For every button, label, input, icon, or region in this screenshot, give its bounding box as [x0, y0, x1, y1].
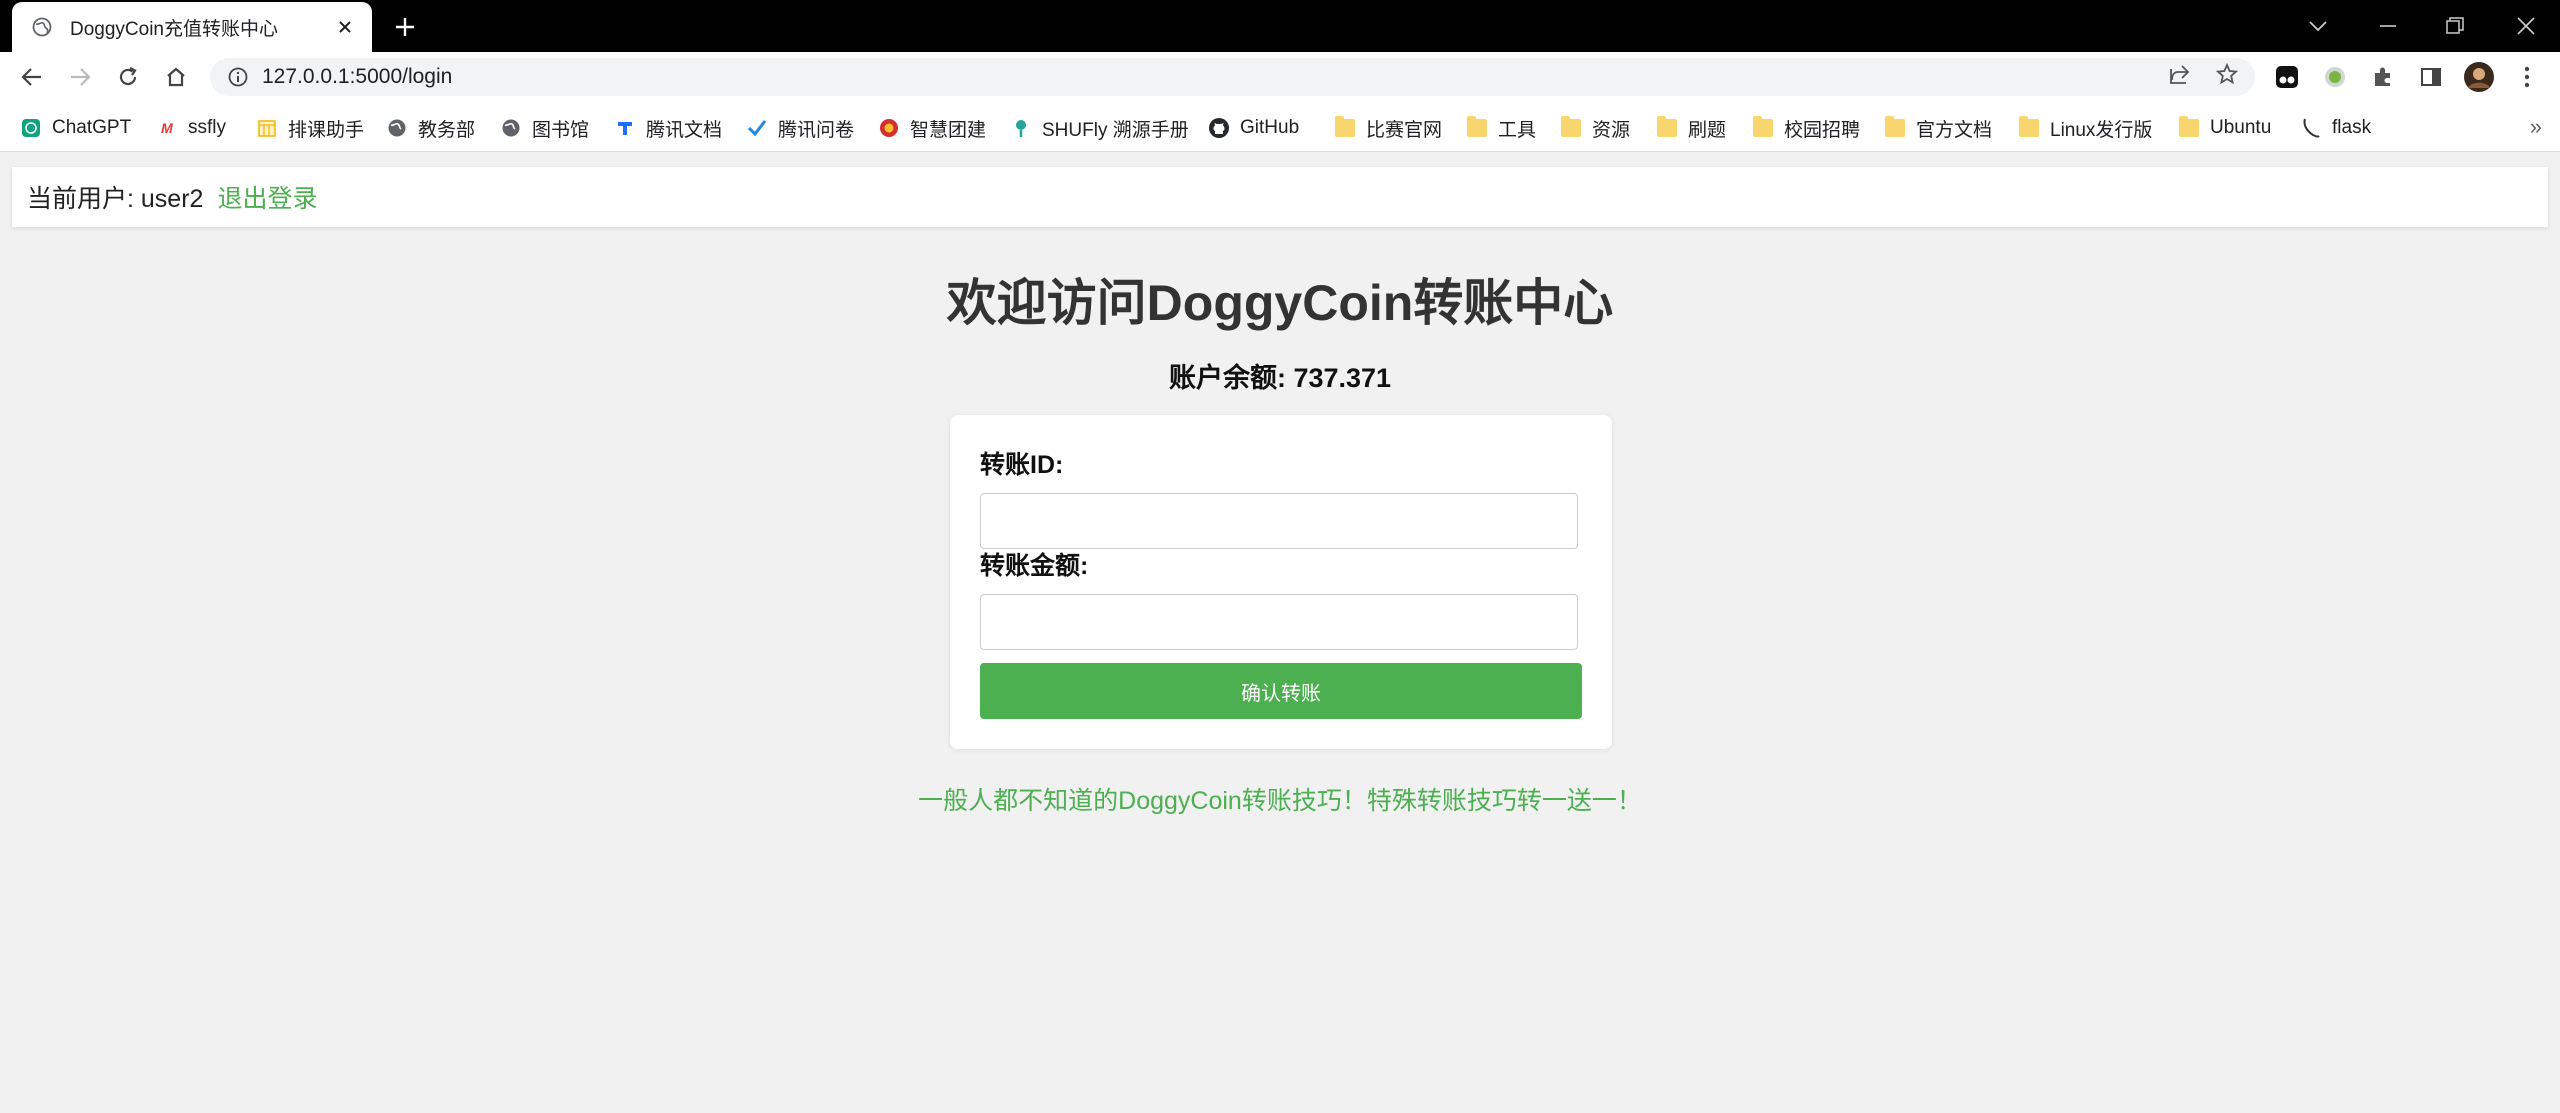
folder-icon — [1884, 116, 1906, 139]
browser-tab[interactable]: DoggyCoin充值转账中心 — [12, 2, 372, 52]
bookmark-library[interactable]: 图书馆 — [500, 114, 589, 142]
confirm-transfer-button[interactable]: 确认转账 — [980, 663, 1582, 719]
bookmark-smart-league[interactable]: 智慧团建 — [878, 114, 986, 142]
address-bar[interactable]: 127.0.0.1:5000/login — [210, 58, 2255, 96]
close-window-icon[interactable] — [2508, 8, 2544, 44]
back-arrow-icon[interactable] — [14, 59, 50, 95]
extension-tampermonkey-icon[interactable] — [2271, 61, 2303, 93]
folder-icon — [2178, 116, 2200, 139]
bookmark-flask[interactable]: flask — [2300, 114, 2371, 142]
url-text: 127.0.0.1:5000/login — [262, 65, 453, 88]
flask-icon — [2300, 117, 2322, 139]
tab-search-chevron-icon[interactable] — [2300, 8, 2336, 44]
badge-icon — [878, 117, 900, 139]
minimize-icon[interactable] — [2370, 8, 2406, 44]
extensions-puzzle-icon[interactable] — [2367, 61, 2399, 93]
forward-arrow-icon[interactable] — [62, 59, 98, 95]
folder-icon — [2018, 116, 2040, 139]
bookmark-folder-ubuntu[interactable]: Ubuntu — [2178, 114, 2271, 142]
check-icon — [746, 117, 768, 139]
folder-icon — [1334, 116, 1356, 139]
account-balance: 账户余额: 737.371 — [1168, 363, 1392, 393]
github-icon — [1208, 117, 1230, 139]
folder-icon — [1466, 116, 1488, 139]
bookmark-folder-campus-recruit[interactable]: 校园招聘 — [1752, 114, 1860, 142]
extension-green-circle-icon[interactable] — [2319, 61, 2351, 93]
share-icon[interactable] — [2164, 59, 2194, 89]
tencent-docs-icon — [614, 117, 636, 139]
restore-icon[interactable] — [2437, 8, 2473, 44]
chatgpt-icon — [20, 117, 42, 139]
bookmark-star-icon[interactable] — [2212, 59, 2242, 89]
home-icon[interactable] — [158, 59, 194, 95]
bookmark-folder-linux[interactable]: Linux发行版 — [2018, 114, 2152, 142]
bookmark-folder-tools[interactable]: 工具 — [1466, 114, 1536, 142]
globe-icon — [386, 117, 408, 139]
transfer-amount-input[interactable] — [980, 594, 1578, 650]
bookmark-chatgpt[interactable]: ChatGPT — [20, 114, 131, 142]
transfer-amount-label: 转账金额: — [980, 552, 1089, 580]
bookmarks-bar: ChatGPT M ssfly 排课助手 教务部 图书馆 腾讯文档 腾讯问卷 智… — [0, 102, 2560, 152]
site-info-icon[interactable] — [226, 65, 250, 89]
page-content: 当前用户: user2 退出登录 欢迎访问DoggyCoin转账中心 账户余额:… — [0, 153, 2560, 1113]
shufly-icon — [1010, 117, 1032, 139]
globe-icon — [30, 15, 54, 39]
folder-icon — [1752, 116, 1774, 139]
bookmark-schedule[interactable]: 排课助手 — [256, 114, 364, 142]
close-tab-icon[interactable] — [332, 14, 358, 40]
reload-icon[interactable] — [110, 59, 146, 95]
browser-menu-icon[interactable] — [2511, 61, 2543, 93]
bookmark-tencent-survey[interactable]: 腾讯问卷 — [746, 114, 854, 142]
calendar-icon — [256, 117, 278, 139]
logout-link[interactable]: 退出登录 — [217, 179, 317, 215]
globe-icon — [500, 117, 522, 139]
bookmark-folder-contest[interactable]: 比赛官网 — [1334, 114, 1442, 142]
folder-icon — [1560, 116, 1582, 139]
bookmark-ssfly[interactable]: M ssfly — [156, 114, 226, 142]
bookmark-shufly[interactable]: SHUFly 溯源手册 — [1010, 114, 1189, 142]
profile-avatar[interactable] — [2463, 61, 2495, 93]
user-bar: 当前用户: user2 退出登录 — [12, 167, 2548, 227]
bookmark-tencent-docs[interactable]: 腾讯文档 — [614, 114, 722, 142]
transfer-id-label: 转账ID: — [980, 451, 1064, 479]
bookmark-folder-resources[interactable]: 资源 — [1560, 114, 1630, 142]
folder-icon — [1656, 116, 1678, 139]
tab-strip: DoggyCoin充值转账中心 — [0, 0, 2560, 52]
bookmark-academic-affairs[interactable]: 教务部 — [386, 114, 475, 142]
bookmark-github[interactable]: GitHub — [1208, 114, 1299, 142]
transfer-form: 转账ID: 转账金额: 确认转账 — [950, 415, 1612, 749]
transfer-tips-link[interactable]: 一般人都不知道的DoggyCoin转账技巧！特殊转账技巧转一送一！ — [0, 781, 2560, 817]
browser-toolbar: 127.0.0.1:5000/login — [0, 52, 2560, 102]
bookmark-folder-official-docs[interactable]: 官方文档 — [1884, 114, 1992, 142]
tab-title: DoggyCoin充值转账中心 — [70, 18, 278, 40]
current-user-label: 当前用户: user2 — [27, 185, 204, 213]
bookmark-folder-practice[interactable]: 刷题 — [1656, 114, 1726, 142]
side-panel-icon[interactable] — [2415, 61, 2447, 93]
new-tab-plus-icon[interactable] — [390, 12, 420, 42]
more-bookmarks-chevron-icon[interactable]: » — [2530, 114, 2542, 140]
page-title: 欢迎访问DoggyCoin转账中心 — [946, 275, 1614, 331]
ssfly-icon: M — [161, 120, 173, 136]
transfer-id-input[interactable] — [980, 493, 1578, 549]
